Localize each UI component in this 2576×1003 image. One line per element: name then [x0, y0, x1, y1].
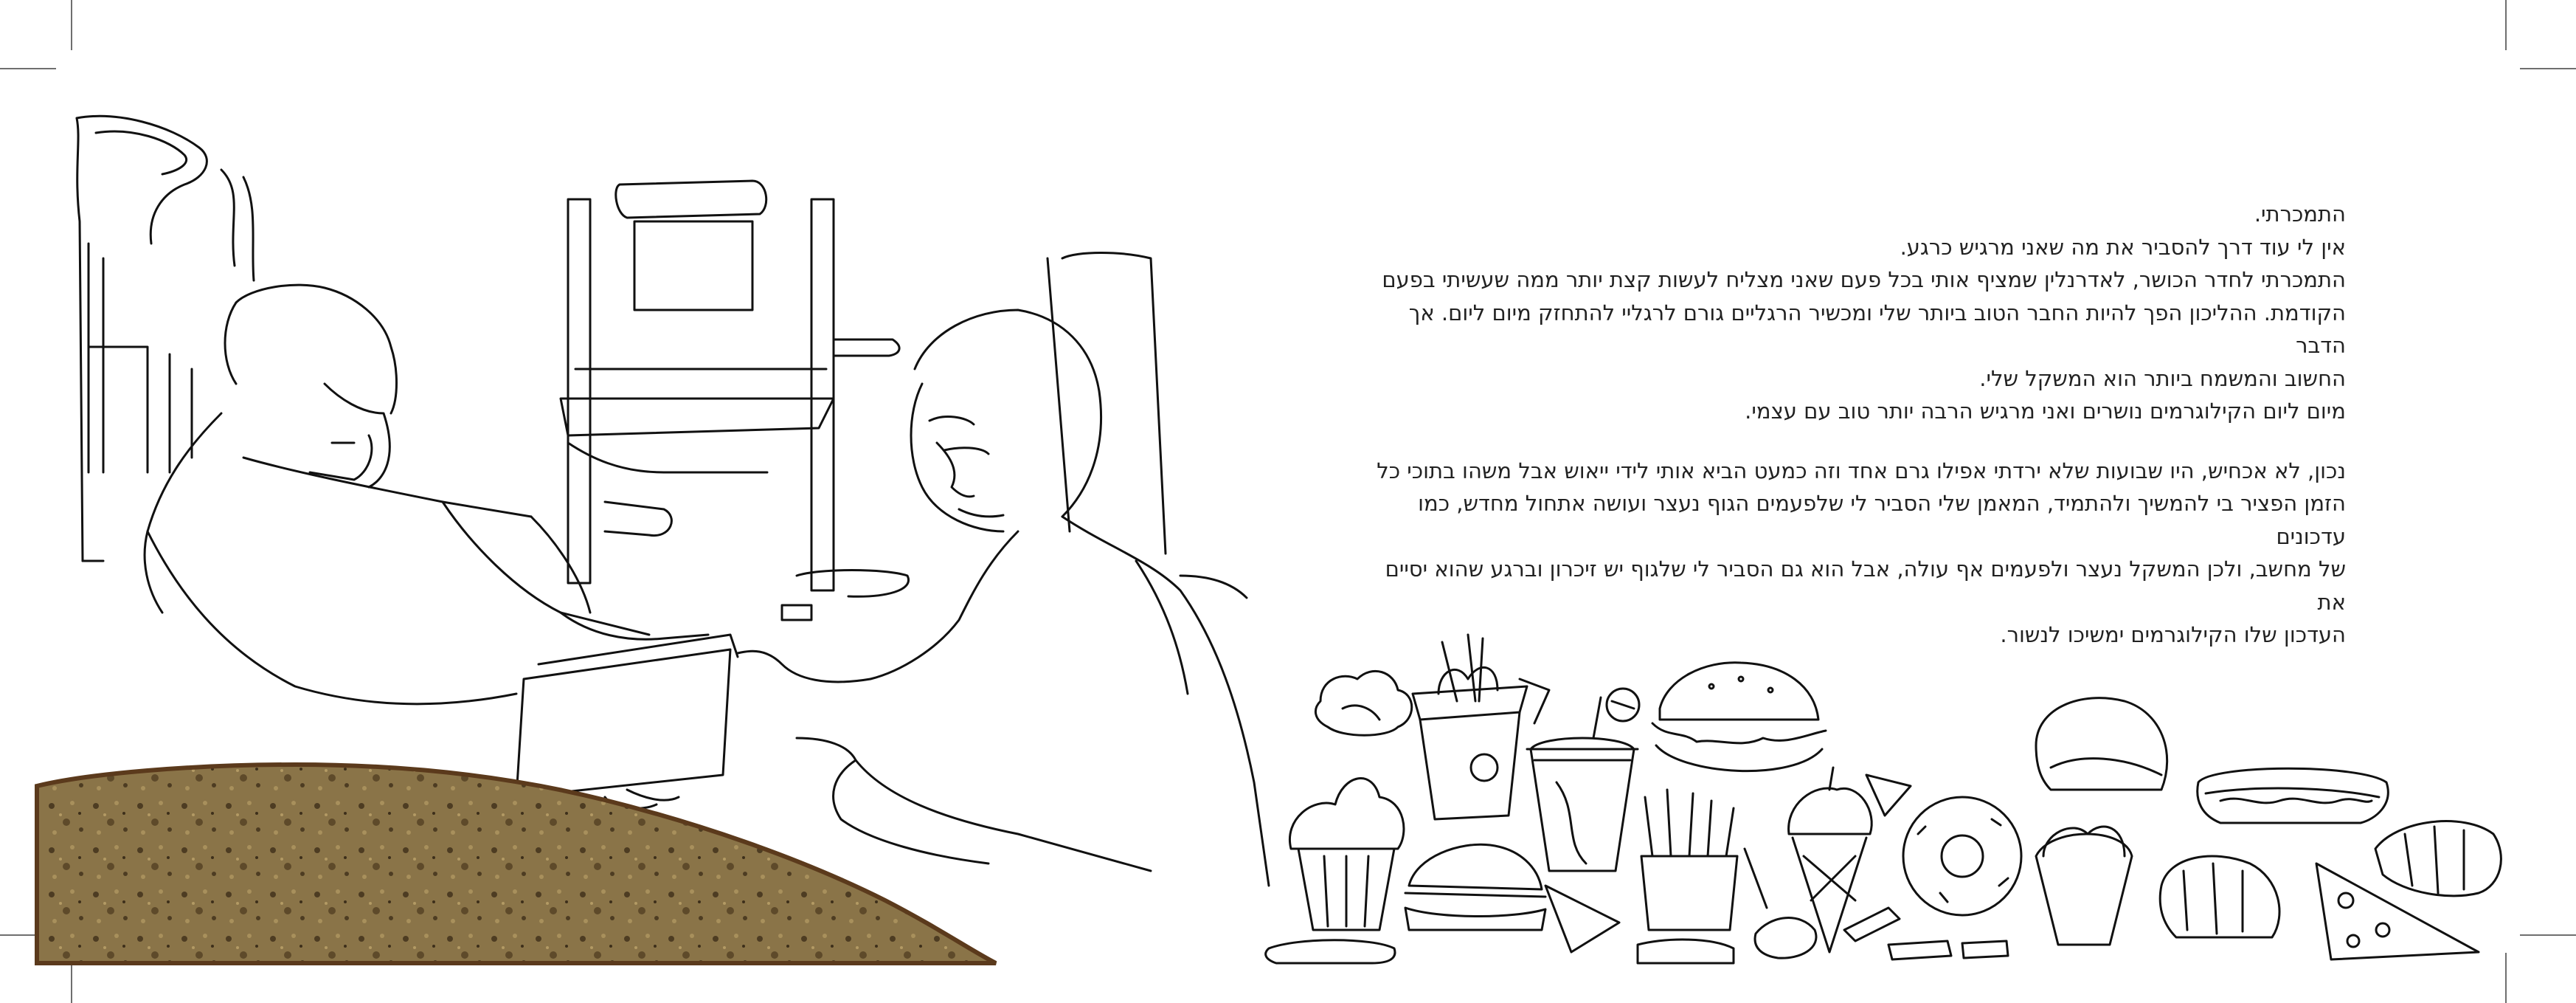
story-line: של מחשב, ולכן המשקל נעצר ולפעמים אף עולה… — [1385, 556, 2346, 615]
story-line: אין לי עוד דרך להסביר את מה שאני מרגיש כ… — [1900, 234, 2346, 260]
story-line: התמכרתי לחדר הכושר, לאדרנלין שמציף אותי … — [1382, 267, 2346, 292]
story-line: התמכרתי. — [2254, 201, 2346, 227]
story-line: העדכון שלו הקילוגרמים ימשיכו לנשור. — [2000, 622, 2346, 647]
story-line: הקודמת. ההליכון הפך להיות החבר הטוב ביות… — [1408, 300, 2346, 359]
story-line: הזמן הפציר בי להמשיך ולהתמיד, המאמן שלי … — [1418, 491, 2346, 549]
junk-food-doodles-icon — [1264, 633, 2502, 965]
story-line: החשוב והמשמח ביותר הוא המשקל שלי. — [1979, 365, 2346, 391]
book-spread: התמכרתי. אין לי עוד דרך להסביר את מה שאנ… — [0, 0, 2576, 1003]
story-line: מיום ליום הקילוגרמים נושרים ואני מרגיש ה… — [1745, 399, 2346, 424]
bread-texture-icon — [35, 762, 997, 965]
story-line: נכון, לא אכחיש, היו שבועות שלא ירדתי אפי… — [1377, 458, 2346, 483]
story-text: התמכרתי. אין לי עוד דרך להסביר את מה שאנ… — [1357, 198, 2346, 652]
